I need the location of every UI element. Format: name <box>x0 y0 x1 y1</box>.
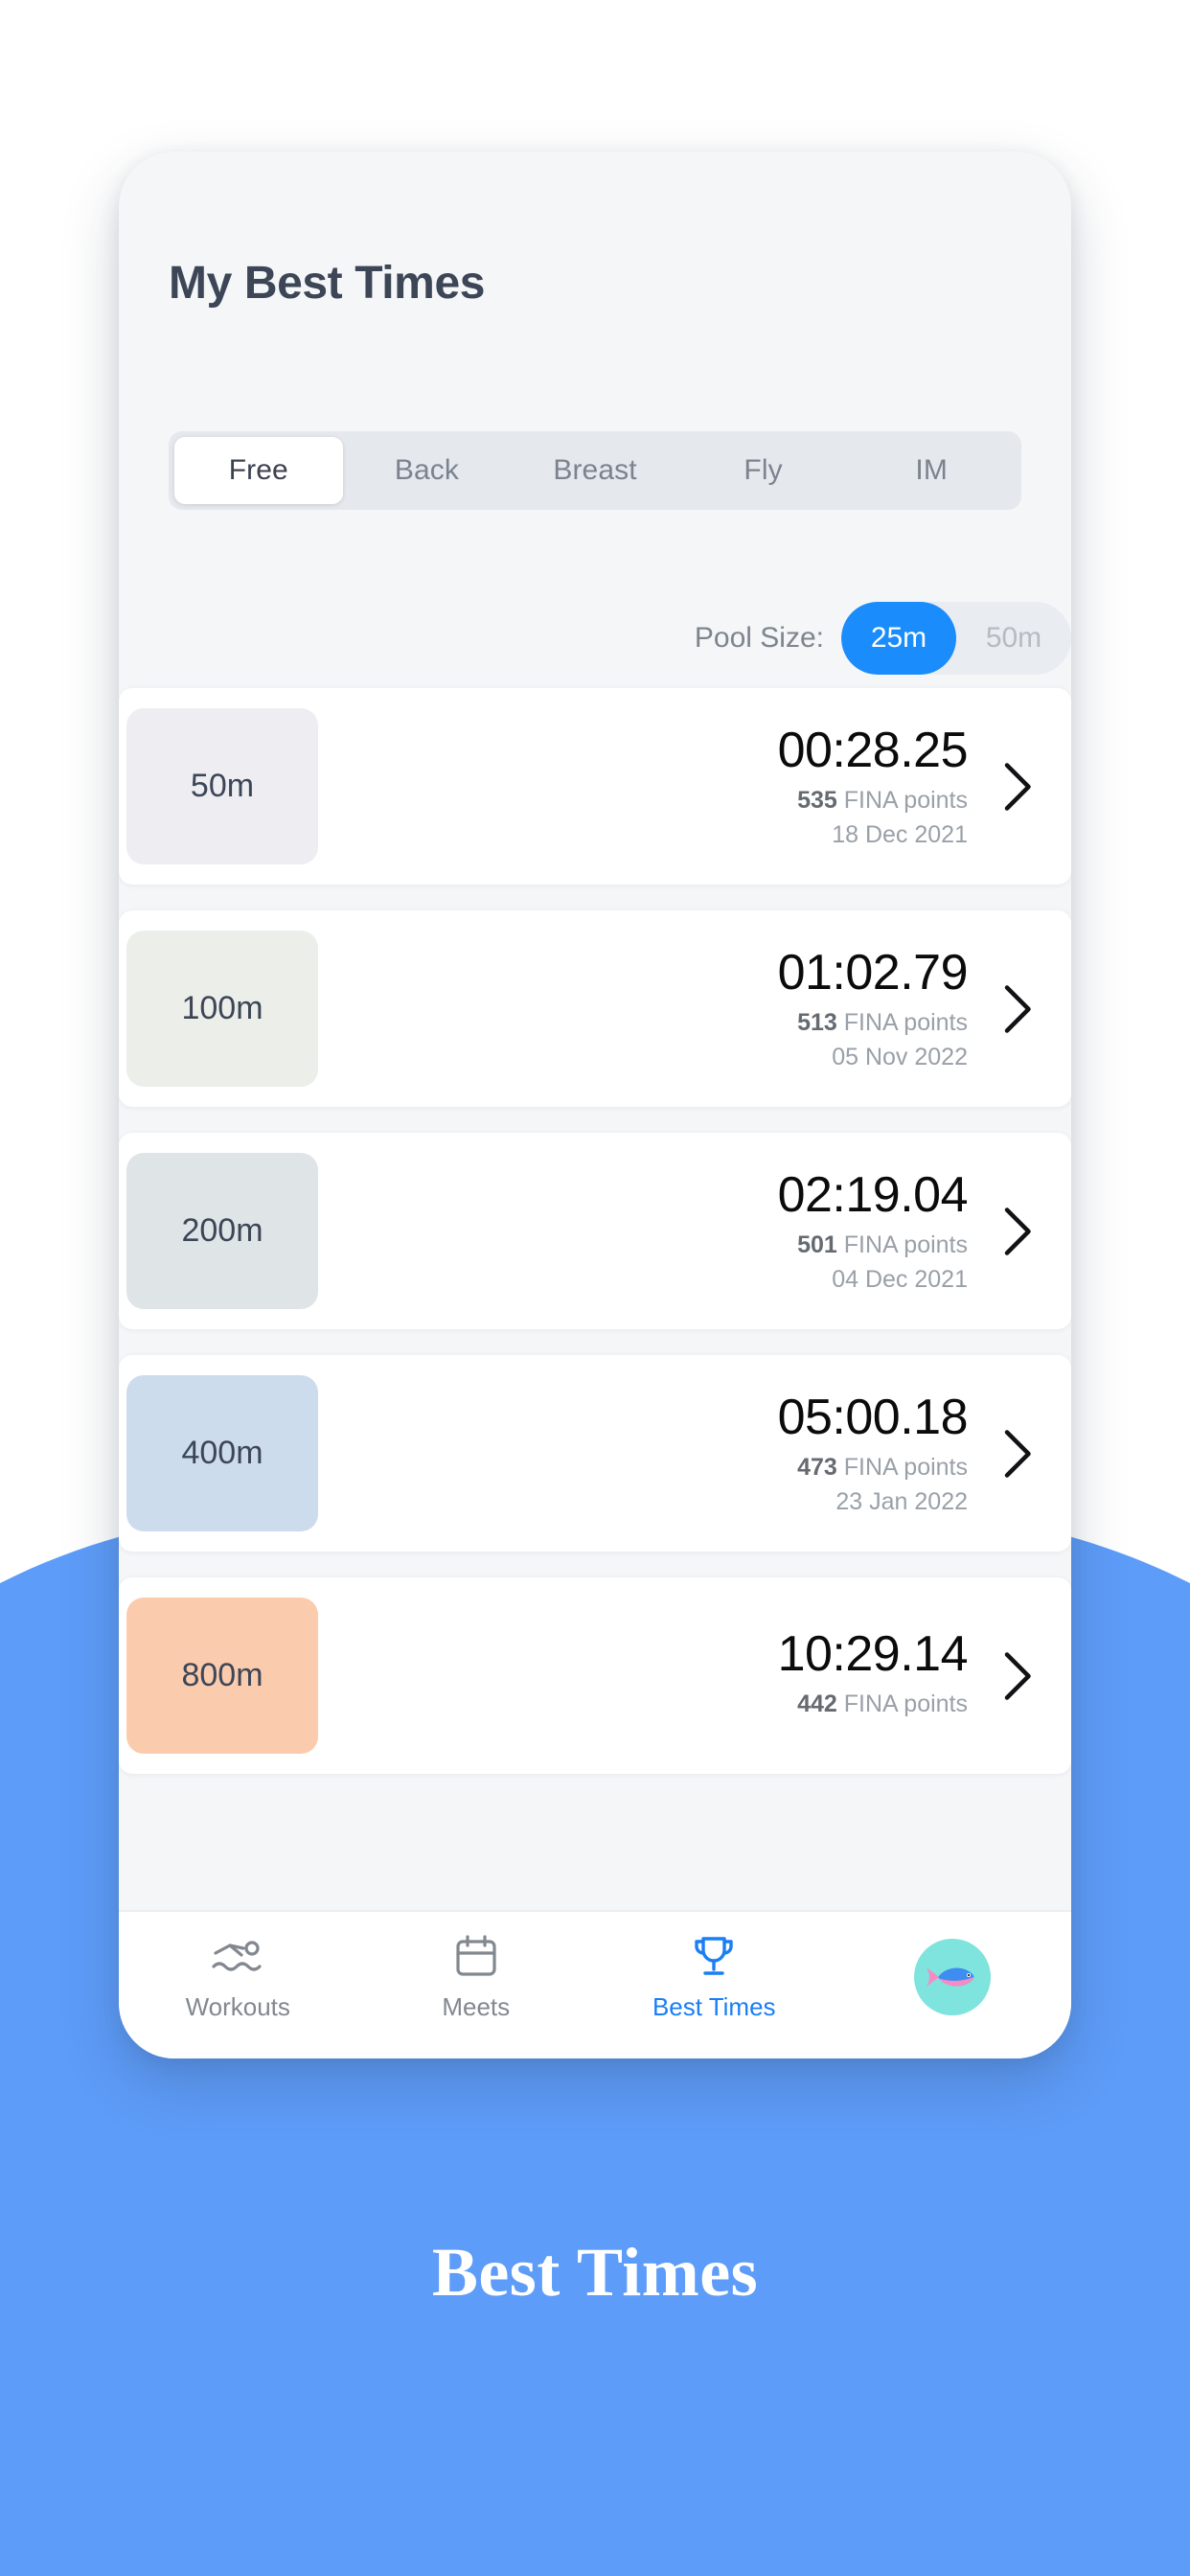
distance-label: 100m <box>181 990 263 1026</box>
best-times-list: 50m 00:28.25 535 FINA points 18 Dec 2021 100… <box>119 688 1071 1800</box>
fina-points-value: 535 <box>797 787 837 815</box>
chevron-right-icon[interactable] <box>1002 1428 1035 1480</box>
distance-tile: 800m <box>126 1598 318 1754</box>
fina-points-suffix: FINA points <box>836 1009 968 1037</box>
calendar-icon <box>455 1933 497 1981</box>
tab-workouts[interactable]: Workouts <box>119 1912 357 2022</box>
fina-points: 535 FINA points <box>778 786 968 815</box>
row-details: 02:19.04 501 FINA points 04 Dec 2021 <box>318 1168 1035 1294</box>
distance-tile: 200m <box>126 1153 318 1309</box>
pool-size-label: Pool Size: <box>694 622 824 654</box>
fish-avatar-icon <box>926 1967 974 1987</box>
tab-breast[interactable]: Breast <box>511 437 679 504</box>
time-block: 05:00.18 473 FINA points 23 Jan 2022 <box>777 1389 969 1516</box>
time-block: 10:29.14 442 FINA points <box>777 1625 969 1724</box>
record-date: 18 Dec 2021 <box>832 821 968 849</box>
row-details: 00:28.25 535 FINA points 18 Dec 2021 <box>318 724 1035 849</box>
time-block: 02:19.04 501 FINA points 04 Dec 2021 <box>777 1166 969 1294</box>
fina-points: 473 FINA points <box>778 1453 968 1482</box>
best-time-value: 01:02.79 <box>777 944 969 1000</box>
bottom-tab-bar: Workouts Meets Best Times <box>119 1910 1071 2058</box>
pool-size-toggle[interactable]: 25m 50m <box>841 602 1071 675</box>
tab-meets[interactable]: Meets <box>357 1912 596 2022</box>
pool-size-option-50m[interactable]: 50m <box>956 602 1071 675</box>
tab-back-label: Back <box>394 454 459 486</box>
row-details: 10:29.14 442 FINA points <box>318 1627 1035 1724</box>
record-date: 04 Dec 2021 <box>832 1266 968 1294</box>
best-time-value: 05:00.18 <box>777 1389 969 1445</box>
tab-im[interactable]: IM <box>847 437 1016 504</box>
distance-tile: 400m <box>126 1375 318 1531</box>
tab-back[interactable]: Back <box>343 437 512 504</box>
pool-size-option-25m[interactable]: 25m <box>841 602 956 675</box>
fina-points: 501 FINA points <box>778 1230 968 1259</box>
chevron-right-icon[interactable] <box>1002 1206 1035 1257</box>
avatar[interactable] <box>913 1939 991 2015</box>
page-title: My Best Times <box>169 258 486 309</box>
tab-free[interactable]: Free <box>174 437 343 504</box>
tab-free-label: Free <box>228 454 288 486</box>
pool-size-option-25m-label: 25m <box>870 622 927 654</box>
distance-tile: 50m <box>126 708 318 864</box>
distance-label: 400m <box>181 1435 263 1471</box>
fina-points-suffix: FINA points <box>836 1454 968 1482</box>
time-block: 01:02.79 513 FINA points 05 Nov 2022 <box>777 944 969 1071</box>
table-row[interactable]: 100m 01:02.79 513 FINA points 05 Nov 2022 <box>119 910 1071 1107</box>
row-details: 05:00.18 473 FINA points 23 Jan 2022 <box>318 1391 1035 1516</box>
fina-points-suffix: FINA points <box>836 1231 968 1259</box>
tab-best-times[interactable]: Best Times <box>595 1912 834 2022</box>
tab-fly[interactable]: Fly <box>679 437 848 504</box>
fina-points-value: 501 <box>797 1231 837 1259</box>
fina-points-suffix: FINA points <box>836 1690 968 1718</box>
record-date: 23 Jan 2022 <box>835 1488 968 1516</box>
swimmer-icon <box>212 1933 263 1981</box>
tab-profile[interactable] <box>834 1912 1072 2027</box>
stroke-segmented-control[interactable]: Free Back Breast Fly IM <box>169 431 1021 510</box>
best-time-value: 02:19.04 <box>777 1166 969 1223</box>
fina-points: 442 FINA points <box>778 1690 968 1718</box>
table-row[interactable]: 200m 02:19.04 501 FINA points 04 Dec 2021 <box>119 1133 1071 1329</box>
chevron-right-icon[interactable] <box>1002 761 1035 813</box>
best-time-value: 00:28.25 <box>777 722 969 778</box>
row-details: 01:02.79 513 FINA points 05 Nov 2022 <box>318 946 1035 1071</box>
table-row[interactable]: 400m 05:00.18 473 FINA points 23 Jan 2022 <box>119 1355 1071 1552</box>
tab-breast-label: Breast <box>553 454 637 486</box>
fina-points-value: 442 <box>797 1690 837 1718</box>
time-block: 00:28.25 535 FINA points 18 Dec 2021 <box>777 722 969 849</box>
chevron-right-icon[interactable] <box>1002 983 1035 1035</box>
best-time-value: 10:29.14 <box>777 1625 969 1682</box>
phone-screen: My Best Times Free Back Breast Fly IM Po… <box>119 151 1071 2058</box>
trophy-icon <box>692 1933 736 1981</box>
tab-fly-label: Fly <box>744 454 783 486</box>
tab-workouts-label: Workouts <box>185 1992 290 2021</box>
chevron-right-icon[interactable] <box>1002 1650 1035 1702</box>
pool-size-row: Pool Size: 25m 50m <box>695 602 1071 675</box>
caption-best-times: Best Times <box>431 2234 759 2311</box>
tab-best-times-label: Best Times <box>652 1992 776 2021</box>
distance-label: 800m <box>181 1657 263 1693</box>
table-row[interactable]: 800m 10:29.14 442 FINA points <box>119 1577 1071 1774</box>
distance-label: 200m <box>181 1212 263 1249</box>
tab-im-label: IM <box>915 454 948 486</box>
pool-size-option-50m-label: 50m <box>985 622 1042 654</box>
distance-tile: 100m <box>126 931 318 1087</box>
distance-label: 50m <box>190 768 255 804</box>
fina-points-value: 473 <box>797 1454 837 1482</box>
table-row[interactable]: 50m 00:28.25 535 FINA points 18 Dec 2021 <box>119 688 1071 885</box>
fina-points-value: 513 <box>797 1009 837 1037</box>
fina-points-suffix: FINA points <box>836 787 968 815</box>
fina-points: 513 FINA points <box>778 1008 968 1037</box>
tab-meets-label: Meets <box>442 1992 511 2021</box>
record-date: 05 Nov 2022 <box>832 1044 968 1071</box>
